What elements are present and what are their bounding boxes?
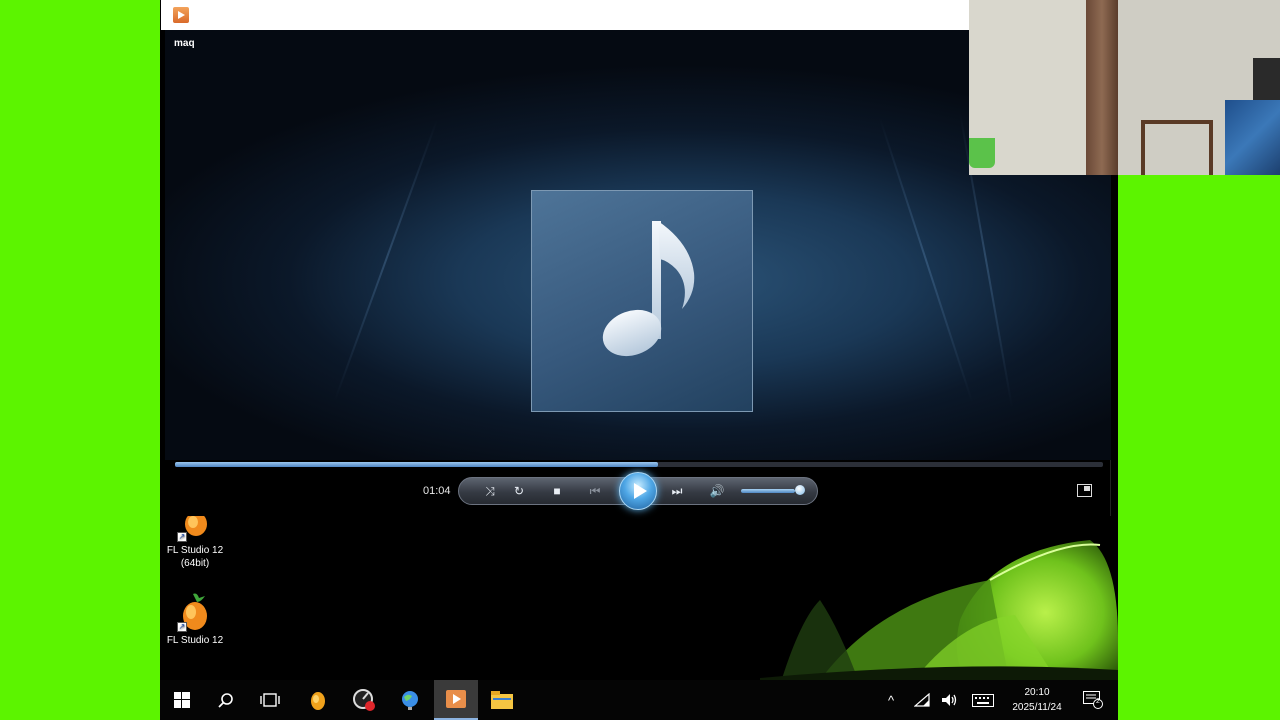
volume-level <box>741 489 795 493</box>
notification-icon <box>1083 691 1103 709</box>
task-view-button[interactable] <box>248 680 292 720</box>
taskbar-media-player[interactable] <box>434 680 478 720</box>
taskbar-fl-studio[interactable] <box>296 680 340 720</box>
fl-studio-icon: ↗ <box>177 514 213 542</box>
clock-date: 2025/11/24 <box>1012 702 1062 713</box>
elapsed-time: 01:04 <box>423 485 451 497</box>
repeat-button[interactable]: ↻ <box>510 482 528 500</box>
speaker-icon <box>942 694 957 706</box>
switch-to-library-button[interactable] <box>1077 484 1092 497</box>
next-icon: ⏭ <box>671 484 683 498</box>
touch-keyboard-button[interactable] <box>968 680 998 720</box>
taskbar-clock[interactable]: 20:10 2025/11/24 <box>1002 685 1072 715</box>
desktop-icon-label-sub: (64bit) <box>180 558 210 569</box>
window-titlebar[interactable] <box>161 0 969 30</box>
audio-app-icon <box>353 689 375 711</box>
globe-icon <box>402 691 418 710</box>
media-player-icon <box>446 690 466 708</box>
previous-icon: ⏮ <box>589 484 601 498</box>
taskbar-browser[interactable] <box>388 680 432 720</box>
shuffle-icon: ⤨ <box>485 484 495 498</box>
desktop-icon-fl-studio[interactable]: ↗ FL Studio 12 <box>160 592 230 647</box>
volume-slider-handle[interactable] <box>795 485 805 495</box>
network-button[interactable] <box>910 680 934 720</box>
stop-icon: ■ <box>553 484 561 498</box>
seek-bar-progress <box>175 462 658 467</box>
shortcut-arrow-icon: ↗ <box>177 532 187 542</box>
clock-time: 20:10 <box>1024 687 1050 698</box>
search-button[interactable] <box>204 680 248 720</box>
start-button[interactable] <box>160 680 204 720</box>
webcam-overlay <box>969 0 1280 175</box>
search-icon <box>218 693 233 708</box>
volume-tray-button[interactable] <box>938 680 962 720</box>
volume-slider[interactable] <box>741 489 801 493</box>
action-center-button[interactable]: 2 <box>1078 680 1108 720</box>
shuffle-button[interactable]: ⤨ <box>481 482 499 500</box>
speaker-icon: 🔊 <box>709 484 725 498</box>
taskbar: ^ 20:10 2025/11/24 2 <box>160 680 1118 720</box>
next-button[interactable]: ⏭ <box>668 482 686 500</box>
taskbar-audio-app[interactable] <box>342 680 386 720</box>
previous-button[interactable]: ⏮ <box>586 482 604 500</box>
media-player-app-icon <box>173 7 189 23</box>
album-art-placeholder <box>531 190 753 412</box>
notification-count: 2 <box>1096 698 1100 705</box>
track-title: maq <box>174 38 195 49</box>
screen: ↗ FL Studio 12 (64bit) ↗ FL Studio 12 ma… <box>0 0 1280 720</box>
shortcut-arrow-icon: ↗ <box>177 622 187 632</box>
music-note-icon <box>602 221 695 357</box>
wifi-icon <box>914 693 930 707</box>
stop-button[interactable]: ■ <box>548 482 566 500</box>
taskbar-file-explorer[interactable] <box>480 680 524 720</box>
file-explorer-icon <box>491 691 513 709</box>
repeat-icon: ↻ <box>513 484 525 498</box>
wallpaper-tent <box>760 540 1118 685</box>
keyboard-icon <box>972 693 994 707</box>
show-hidden-icons-button[interactable]: ^ <box>880 680 902 720</box>
task-view-icon <box>260 693 280 707</box>
desktop-icon-label: FL Studio 12 <box>166 635 224 646</box>
fl-studio-icon <box>311 692 325 710</box>
seek-bar[interactable] <box>175 462 1103 467</box>
chevron-up-icon: ^ <box>887 692 895 708</box>
mute-button[interactable]: 🔊 <box>708 482 726 500</box>
start-icon <box>174 692 190 708</box>
desktop-icon-label: FL Studio 12 <box>166 545 224 556</box>
desktop-icon-fl-studio-64[interactable]: ↗ FL Studio 12 (64bit) <box>160 514 230 570</box>
fl-studio-icon: ↗ <box>177 592 213 632</box>
play-button[interactable] <box>619 472 657 510</box>
